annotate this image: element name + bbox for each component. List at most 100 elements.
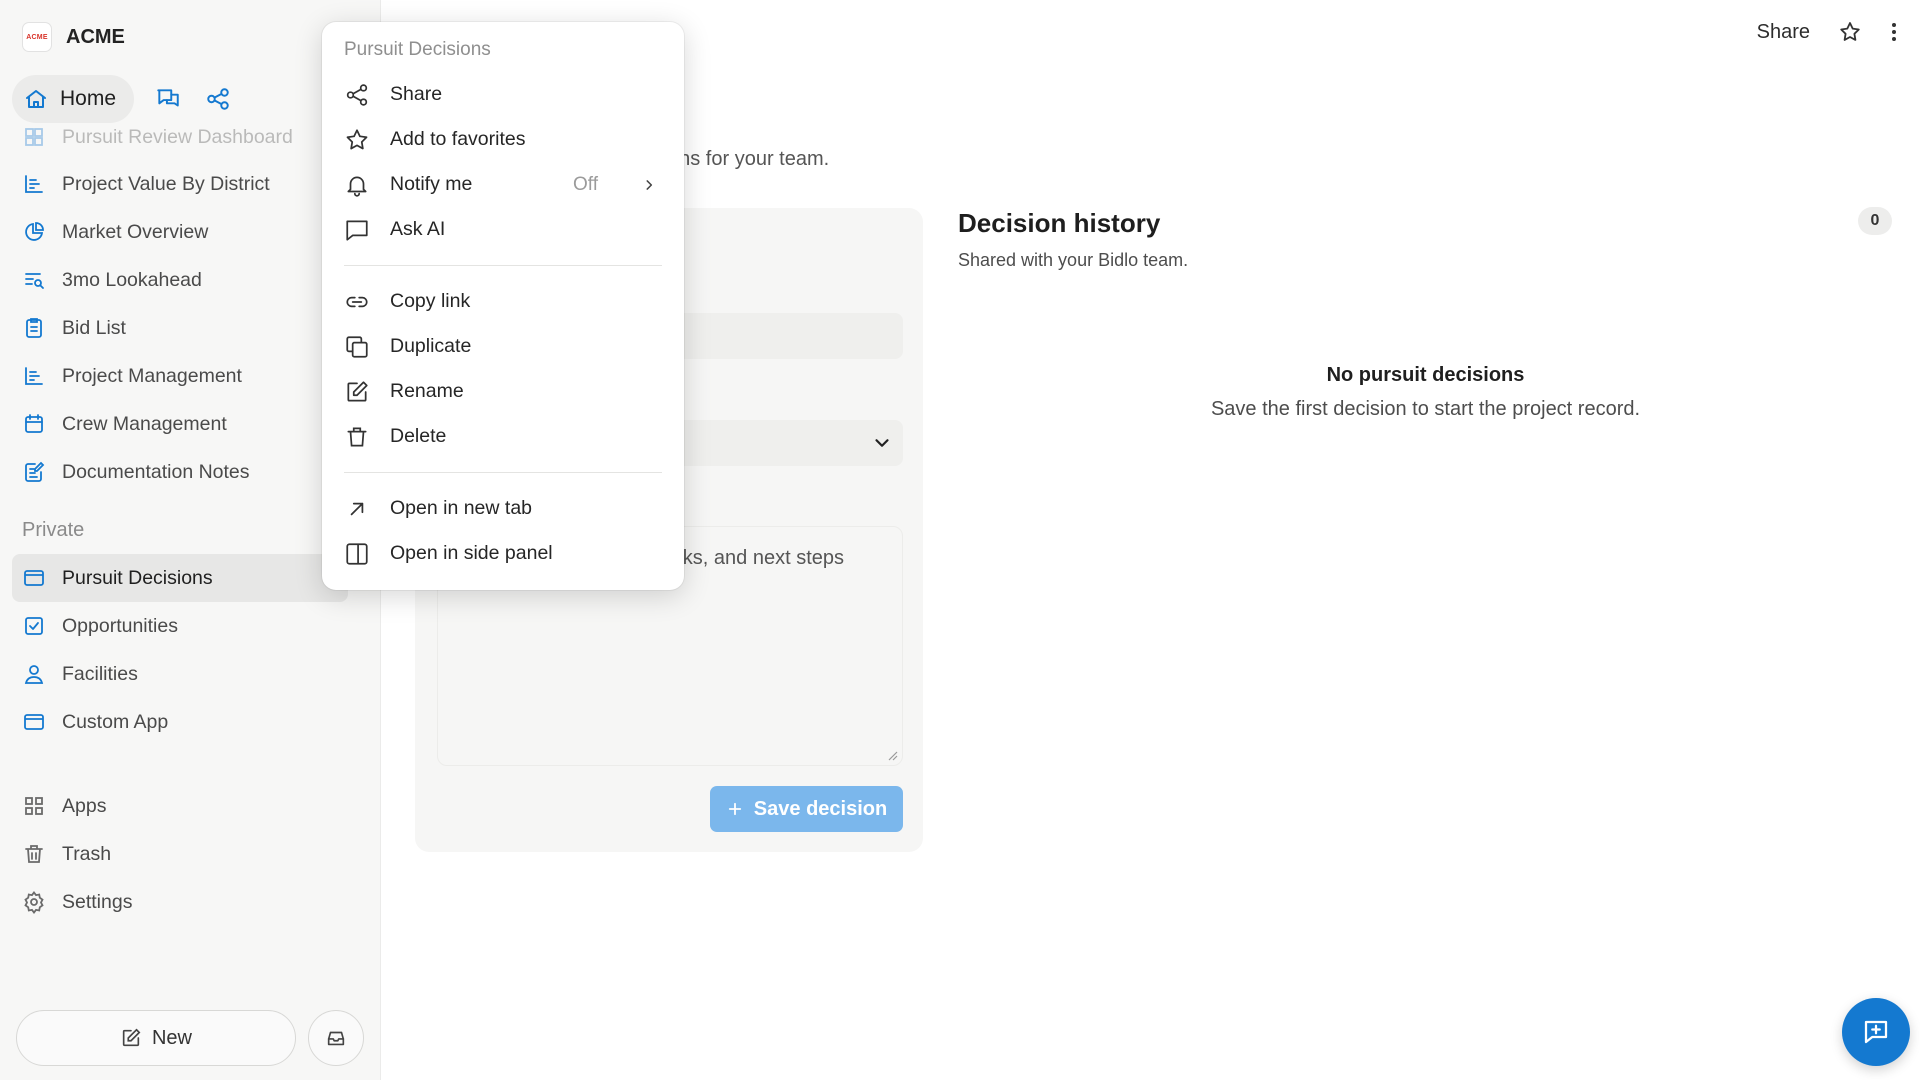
pie-chart-icon [25, 222, 44, 241]
new-label: New [151, 1026, 192, 1049]
list-search-icon [25, 273, 44, 289]
menu-item-label: Open in new tab [390, 497, 533, 519]
sidebar-item-pursuit-review-dashboard[interactable]: Pursuit Review Dashboard [12, 120, 348, 154]
home-button[interactable]: Home [12, 75, 135, 123]
empty-state-title: No pursuit decisions [1326, 364, 1525, 386]
dashboard-icon [25, 128, 43, 146]
trash-icon [25, 845, 43, 863]
sidebar-item-pursuit-decisions[interactable]: Pursuit Decisions [12, 554, 348, 602]
sidebar-item-bid-list[interactable]: Bid List [12, 304, 348, 352]
sidebar-item-label: Project Management [62, 364, 242, 387]
sidebar-item-label: Facilities [62, 662, 138, 685]
home-label: Home [60, 87, 117, 110]
sidebar-item-settings[interactable]: Settings [12, 878, 348, 926]
sidebar-item-label: Apps [62, 794, 107, 817]
sidebar-item-crew-management[interactable]: Crew Management [12, 400, 348, 448]
menu-item-label: Copy link [390, 290, 471, 312]
org-switcher[interactable]: ACME ACME [22, 22, 125, 52]
history-title: Decision history [958, 208, 1161, 238]
sidebar-item-label: Project Value By District [62, 172, 270, 195]
menu-item-copy-link[interactable]: Copy link [344, 279, 662, 324]
sidebar-item-3mo-lookahead[interactable]: 3mo Lookahead [12, 256, 348, 304]
share-button[interactable]: Share [1757, 21, 1810, 44]
sidebar-item-custom-app[interactable]: Custom App [12, 698, 348, 746]
menu-divider [344, 265, 662, 266]
gear-icon [24, 891, 44, 914]
menu-item-label: Duplicate [390, 335, 472, 357]
new-button[interactable]: New [16, 1010, 296, 1066]
notify-state: Off [573, 173, 598, 195]
menu-item-label: Rename [390, 380, 464, 402]
home-icon [26, 90, 46, 108]
chat-fab-button[interactable] [1842, 998, 1910, 1066]
menu-title: Pursuit Decisions [344, 39, 491, 60]
more-vertical-icon[interactable] [1890, 20, 1898, 44]
menu-item-notify-me[interactable]: Notify me Off [344, 162, 662, 207]
star-icon[interactable] [1838, 20, 1862, 44]
menu-item-delete[interactable]: Delete [344, 414, 662, 459]
menu-item-open-side-panel[interactable]: Open in side panel [344, 531, 662, 576]
sidebar-item-market-overview[interactable]: Market Overview [12, 208, 348, 256]
page-context-menu: Pursuit Decisions Share Add to favorites… [322, 22, 684, 590]
sidebar-item-facilities[interactable]: Facilities [12, 650, 348, 698]
save-label: Save decision [753, 797, 888, 820]
connections-button[interactable] [202, 83, 234, 115]
sidebar-item-project-value-by-district[interactable]: Project Value By District [12, 160, 348, 208]
empty-state-subtitle: Save the first decision to start the pro… [1210, 398, 1641, 420]
sidebar-item-label: Bid List [62, 316, 126, 339]
chevron-right-icon [646, 179, 653, 190]
sidebar-item-label: Market Overview [62, 220, 209, 243]
window-icon [24, 714, 44, 730]
sidebar-item-project-management[interactable]: Project Management [12, 352, 348, 400]
share-nodes-icon [207, 88, 229, 110]
menu-item-share[interactable]: Share [344, 72, 662, 117]
calendar-icon [25, 414, 43, 433]
menu-item-label: Add to favorites [390, 128, 526, 150]
menu-item-label: Delete [390, 425, 447, 447]
menu-item-ask-ai[interactable]: Ask AI [344, 207, 662, 252]
save-decision-button[interactable]: Save decision [710, 786, 903, 832]
link-icon [346, 296, 368, 307]
sidebar-nav: Pursuit Review Dashboard Project Value B… [12, 126, 348, 926]
sidebar-item-apps[interactable]: Apps [12, 782, 348, 830]
chat-button[interactable] [152, 83, 184, 115]
clipboard-icon [26, 318, 42, 338]
sidebar-item-documentation-notes[interactable]: Documentation Notes [12, 448, 348, 496]
bar-chart-icon [25, 367, 43, 385]
message-plus-icon [1864, 1020, 1888, 1044]
menu-item-open-new-tab[interactable]: Open in new tab [344, 486, 662, 531]
arrow-up-right-icon [350, 502, 364, 515]
sidebar-item-label: Pursuit Decisions [62, 566, 213, 589]
edit-icon [122, 1028, 141, 1047]
plus-icon [728, 802, 741, 816]
page-subtitle: ons for your team. [668, 148, 830, 170]
menu-item-add-to-favorites[interactable]: Add to favorites [344, 117, 662, 162]
menu-item-label: Open in side panel [390, 542, 553, 564]
sidebar-item-opportunities[interactable]: Opportunities [12, 602, 348, 650]
history-subtitle: Shared with your Bidlo team. [958, 250, 1189, 270]
menu-item-label: Ask AI [390, 218, 446, 240]
top-nav: Home [12, 75, 234, 123]
org-logo: ACME [22, 22, 52, 52]
sidebar-item-trash[interactable]: Trash [12, 830, 348, 878]
share-nodes-icon [346, 83, 368, 106]
history-count-badge: 0 [1858, 207, 1892, 235]
side-panel-icon [346, 542, 368, 565]
checkbox-icon [25, 617, 43, 635]
private-section-label: Private [22, 518, 85, 541]
menu-item-label: Share [390, 83, 443, 105]
copy-icon [346, 335, 368, 358]
menu-item-label: Notify me [390, 173, 473, 195]
chat-icon [157, 89, 179, 107]
sidebar-item-label: Settings [62, 890, 133, 913]
menu-item-rename[interactable]: Rename [344, 369, 662, 414]
sidebar-item-label: Documentation Notes [62, 460, 250, 483]
star-icon [346, 128, 368, 149]
menu-item-duplicate[interactable]: Duplicate [344, 324, 662, 369]
org-name: ACME [66, 25, 125, 48]
menu-divider [344, 472, 662, 473]
inbox-button[interactable] [308, 1010, 364, 1066]
resize-handle-icon[interactable] [886, 749, 898, 761]
header-actions: Share [1757, 20, 1898, 44]
inbox-icon [327, 1031, 345, 1046]
